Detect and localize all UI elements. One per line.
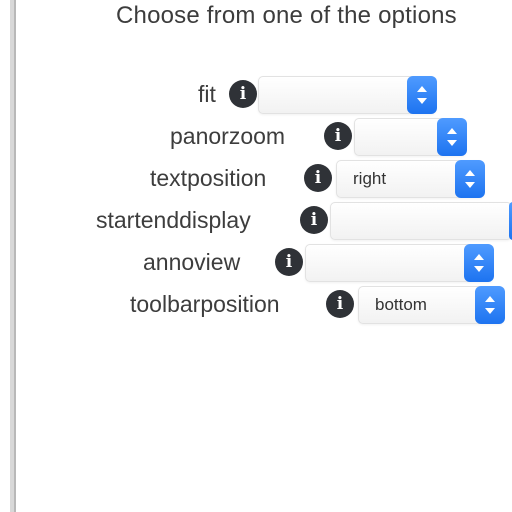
fit-select[interactable] bbox=[258, 76, 437, 114]
info-icon[interactable]: i bbox=[275, 248, 303, 276]
chevron-updown-icon[interactable] bbox=[437, 118, 467, 156]
option-row-fit: fit i bbox=[0, 76, 512, 114]
startenddisplay-select[interactable] bbox=[330, 202, 512, 240]
chevron-updown-icon[interactable] bbox=[407, 76, 437, 114]
toolbarposition-select-value: bottom bbox=[375, 295, 427, 314]
option-label-textposition: textposition bbox=[150, 165, 267, 191]
annoview-select[interactable] bbox=[305, 244, 494, 282]
toolbarposition-select[interactable]: bottom bbox=[358, 286, 505, 324]
info-icon[interactable]: i bbox=[300, 206, 328, 234]
option-row-textposition: textposition i right bbox=[0, 160, 512, 198]
chevron-updown-icon[interactable] bbox=[475, 286, 505, 324]
info-icon[interactable]: i bbox=[324, 122, 352, 150]
chevron-updown-icon[interactable] bbox=[464, 244, 494, 282]
option-label-panorzoom: panorzoom bbox=[170, 123, 286, 149]
option-label-fit: fit bbox=[198, 81, 216, 107]
textposition-select[interactable]: right bbox=[336, 160, 485, 198]
info-icon[interactable]: i bbox=[326, 290, 354, 318]
chevron-updown-icon[interactable] bbox=[455, 160, 485, 198]
option-row-annoview: annoview i bbox=[0, 244, 512, 282]
options-panel: Choose from one of the options fit i pan… bbox=[0, 0, 512, 512]
option-label-startenddisplay: startenddisplay bbox=[96, 207, 251, 233]
instructions-heading: Choose from one of the options bbox=[116, 2, 457, 29]
option-label-toolbarposition: toolbarposition bbox=[130, 291, 280, 317]
panorzoom-select[interactable] bbox=[354, 118, 467, 156]
option-row-panorzoom: panorzoom i bbox=[0, 118, 512, 156]
info-icon[interactable]: i bbox=[304, 164, 332, 192]
textposition-select-value: right bbox=[353, 169, 387, 188]
option-label-annoview: annoview bbox=[143, 249, 241, 275]
option-row-startenddisplay: startenddisplay i bbox=[0, 202, 512, 240]
option-row-toolbarposition: toolbarposition i bottom bbox=[0, 286, 512, 324]
info-icon[interactable]: i bbox=[229, 80, 257, 108]
